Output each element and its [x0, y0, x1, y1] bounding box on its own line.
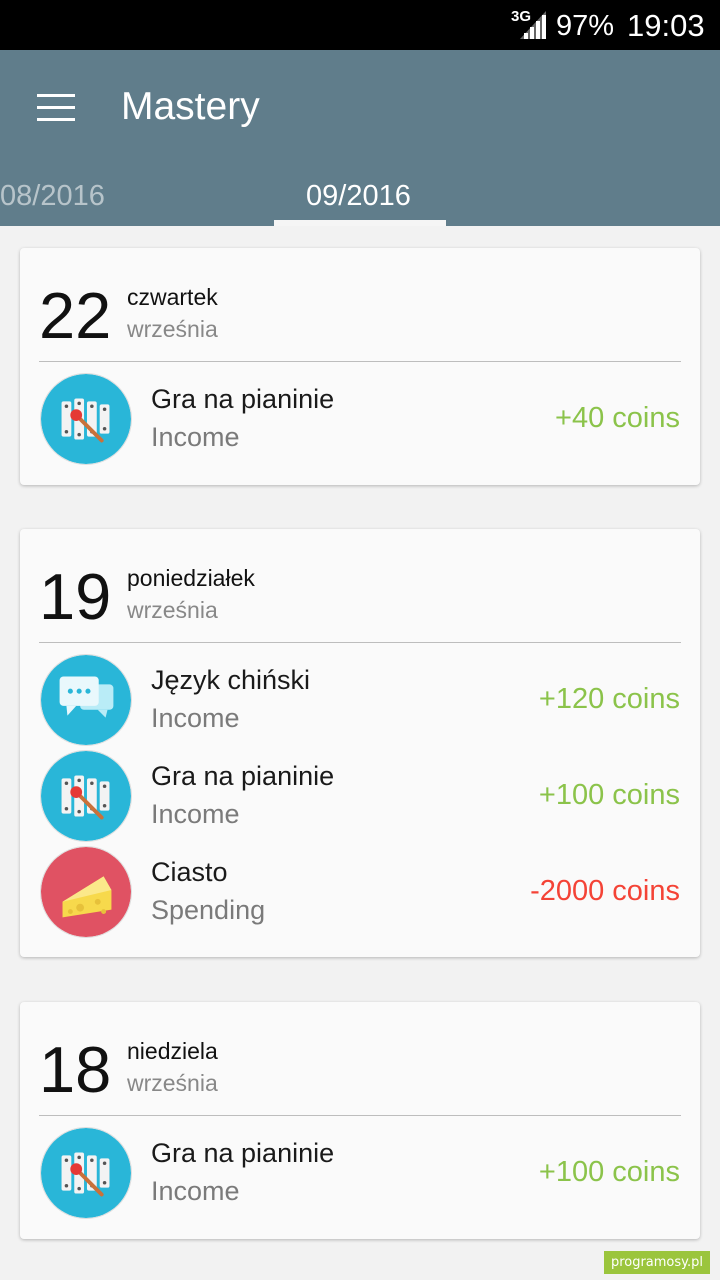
day-card: 19 poniedziałek września Język chiński I… [20, 529, 700, 957]
transaction-type: Income [151, 1176, 240, 1206]
transaction-type: Spending [151, 895, 266, 925]
day-number: 22 [39, 279, 112, 352]
transaction-name: Ciasto [151, 857, 228, 887]
transaction-amount: +100 coins [538, 779, 680, 811]
divider [39, 361, 681, 362]
xylophone-icon [40, 750, 132, 842]
month-label: września [127, 597, 218, 623]
transaction-name: Język chiński [151, 665, 311, 695]
cheese-icon [40, 846, 132, 938]
transaction-type: Income [151, 422, 240, 452]
transaction-row[interactable]: Gra na pianinie Income +100 coins [20, 1125, 700, 1221]
app-bar: Mastery 08/2016 09/2016 [0, 50, 720, 226]
transaction-amount: +120 coins [538, 683, 680, 715]
day-card: 22 czwartek września Gra na pianinie Inc… [20, 248, 700, 485]
day-list: 22 czwartek września Gra na pianinie Inc… [0, 226, 720, 1280]
xylophone-icon [40, 373, 132, 465]
app-title: Mastery [121, 85, 260, 128]
transaction-row[interactable]: Gra na pianinie Income +40 coins [20, 371, 700, 467]
transaction-type: Income [151, 703, 240, 733]
clock: 19:03 [627, 8, 705, 43]
month-label: września [127, 316, 218, 342]
tab-month-current[interactable]: 09/2016 [306, 180, 411, 213]
day-number: 19 [39, 560, 112, 633]
weekday-label: czwartek [127, 284, 218, 310]
weekday-label: niedziela [127, 1038, 218, 1064]
status-bar: 3G 97% 19:03 [0, 0, 720, 50]
transaction-name: Gra na pianinie [151, 384, 335, 414]
watermark: programosy.pl [603, 1251, 710, 1274]
battery-level: 97% [556, 10, 615, 42]
chat-bubbles-icon [40, 654, 132, 746]
hamburger-menu-icon[interactable] [37, 94, 75, 122]
day-number: 18 [39, 1033, 112, 1106]
divider [39, 642, 681, 643]
transaction-amount: -2000 coins [530, 875, 680, 907]
signal-icon [520, 11, 546, 39]
transaction-name: Gra na pianinie [151, 761, 335, 791]
transaction-row[interactable]: Ciasto Spending -2000 coins [20, 844, 700, 940]
weekday-label: poniedziałek [127, 565, 255, 591]
xylophone-icon [40, 1127, 132, 1219]
transaction-row[interactable]: Język chiński Income +120 coins [20, 652, 700, 748]
day-card: 18 niedziela września Gra na pianinie In… [20, 1002, 700, 1239]
transaction-type: Income [151, 799, 240, 829]
transaction-row[interactable]: Gra na pianinie Income +100 coins [20, 748, 700, 844]
transaction-amount: +40 coins [555, 402, 680, 434]
tab-month-previous[interactable]: 08/2016 [0, 180, 105, 213]
transaction-name: Gra na pianinie [151, 1138, 335, 1168]
transaction-amount: +100 coins [538, 1156, 680, 1188]
divider [39, 1115, 681, 1116]
month-label: września [127, 1070, 218, 1096]
